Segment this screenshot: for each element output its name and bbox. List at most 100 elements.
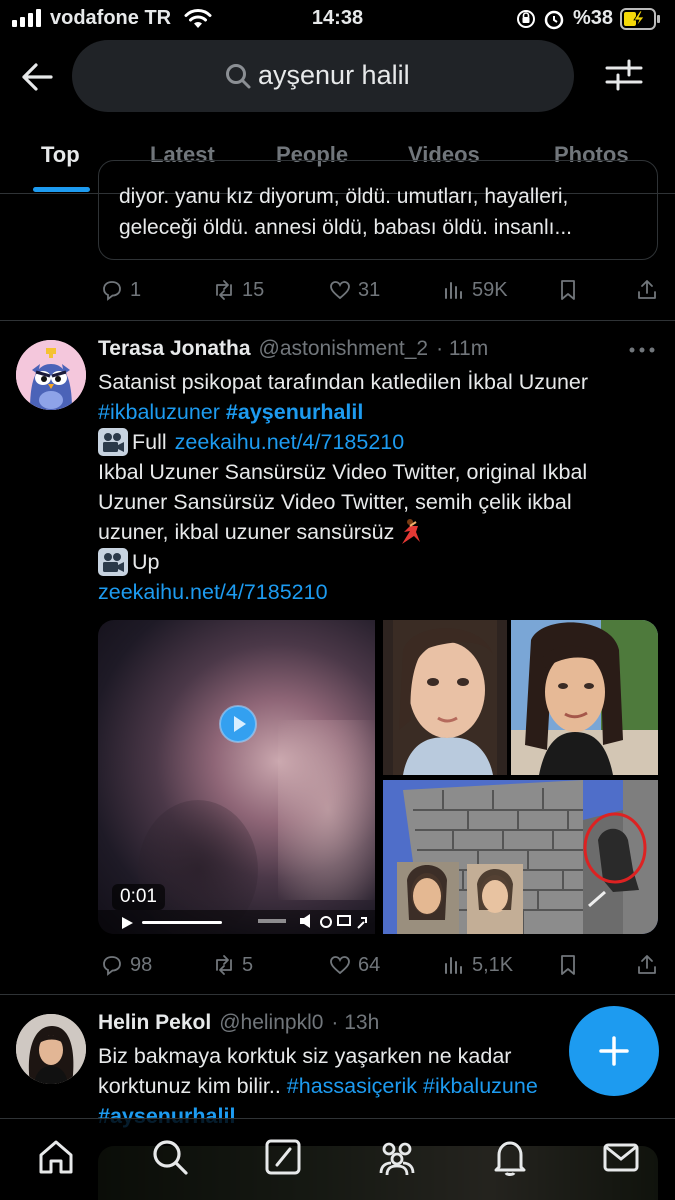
like-button[interactable]: 31 [328, 278, 380, 302]
author-name[interactable]: Terasa Jonatha [98, 337, 251, 361]
movie-camera-icon [98, 548, 128, 576]
photo-thumbnail[interactable] [511, 620, 658, 775]
tweet-text-line: Satanist psikopat tarafından katledilen … [98, 370, 589, 394]
status-bar: vodafone TR 14:38 %38 [0, 0, 675, 38]
tweet-up-line: Up [98, 547, 159, 577]
reply-count: 1 [130, 278, 142, 301]
views-button[interactable]: 5,1K [442, 953, 513, 977]
tweet-text-segment: korktunuz kim bilir.. [98, 1074, 281, 1098]
heart-icon [330, 956, 350, 975]
external-link[interactable]: zeekaihu.net/4/7185210 [98, 580, 328, 604]
portrait-photo [383, 620, 507, 775]
author-handle[interactable]: @astonishment_2 [259, 337, 429, 361]
tweet-header: Terasa Jonatha @astonishment_2 · 11m [98, 337, 488, 361]
hashtag-link[interactable]: #ikbaluzune [423, 1074, 538, 1098]
retweet-button[interactable]: 5 [212, 953, 253, 977]
share-icon[interactable] [635, 953, 659, 977]
reply-button[interactable]: 98 [100, 953, 152, 977]
home-icon[interactable] [36, 1137, 76, 1177]
video-controls [98, 910, 375, 934]
owl-avatar-icon [16, 340, 86, 410]
retweet-count: 5 [242, 953, 254, 976]
author-name[interactable]: Helin Pekol [98, 1011, 211, 1035]
bookmark-icon[interactable] [556, 953, 580, 977]
avatar[interactable] [16, 1014, 86, 1084]
views-chart-icon [445, 282, 462, 299]
search-icon [226, 64, 251, 89]
play-small-icon[interactable] [120, 916, 134, 930]
retweet-icon [216, 955, 232, 975]
dancer-emoji-icon [402, 519, 421, 544]
tweet-time: · 13h [331, 1011, 380, 1034]
orientation-lock-icon [517, 10, 535, 28]
video-player[interactable]: 0:01 [98, 620, 375, 934]
tweet-text-line-with-emoji: uzuner, ikbal uzuner sansürsüz [98, 517, 422, 547]
messages-icon[interactable] [601, 1137, 641, 1177]
tweet-text-line: korktunuz kim bilir.. #hassasiçerik #ikb… [98, 1071, 538, 1101]
notifications-icon[interactable] [490, 1137, 530, 1177]
views-count: 59K [472, 278, 508, 301]
tweet-media-grid: 0:01 [98, 620, 658, 934]
compose-tweet-button[interactable] [569, 1006, 659, 1096]
reply-icon [103, 281, 121, 301]
grok-compose-icon[interactable] [263, 1137, 303, 1177]
author-handle[interactable]: @helinpkl0 [219, 1011, 323, 1035]
avatar[interactable] [16, 340, 86, 410]
battery-icon [620, 8, 660, 30]
play-icon[interactable] [218, 704, 258, 744]
wall-collage-photo [383, 780, 658, 934]
movie-camera-icon [98, 428, 128, 456]
like-count: 64 [358, 953, 381, 976]
photo-thumbnail[interactable] [383, 780, 658, 934]
retweet-button[interactable]: 15 [212, 278, 264, 302]
views-count: 5,1K [472, 953, 514, 976]
reply-count: 98 [130, 953, 153, 976]
active-tab-indicator [33, 187, 90, 192]
quote-text-line: geleceği öldü. annesi öldü, babası öldü.… [119, 216, 572, 239]
portrait-photo [511, 620, 658, 775]
hashtag-link[interactable]: #hassasiçerik [287, 1074, 417, 1098]
communities-icon[interactable] [377, 1137, 417, 1177]
like-button[interactable]: 64 [328, 953, 380, 977]
more-options-icon[interactable] [628, 340, 656, 360]
battery-percent: %38 [572, 7, 613, 29]
tweet-hashtags: #ikbaluzuner #ayşenurhalil [98, 397, 363, 427]
tweet-text-line: Biz bakmaya korktuk siz yaşarken ne kada… [98, 1044, 512, 1068]
hashtag-link[interactable]: #ayşenurhalil [226, 400, 363, 424]
bookmark-icon[interactable] [556, 278, 580, 302]
reply-button[interactable]: 1 [100, 278, 141, 302]
back-arrow-icon[interactable] [20, 60, 54, 94]
up-label: Up [132, 550, 160, 574]
video-progress[interactable] [142, 921, 222, 924]
video-duration: 0:01 [112, 884, 165, 910]
search-filter-icon[interactable] [605, 58, 643, 92]
quoted-tweet[interactable]: diyor. yanu kız diyorum, öldü. umutları,… [98, 160, 658, 260]
alarm-icon [544, 10, 564, 30]
video-control-icons [258, 914, 367, 929]
search-input[interactable]: ayşenur halil [72, 40, 574, 112]
tweet-divider [0, 320, 675, 321]
hashtag-link[interactable]: #ikbaluzuner [98, 400, 220, 424]
tweet-divider [0, 994, 675, 995]
views-button[interactable]: 59K [442, 278, 508, 302]
tweet-link-line: zeekaihu.net/4/7185210 [98, 577, 328, 607]
search-icon[interactable] [150, 1137, 190, 1177]
full-label: Full [132, 430, 167, 454]
tweet-text-line: Ikbal Uzuner Sansürsüz Video Twitter, or… [98, 460, 588, 484]
profile-photo [16, 1014, 86, 1084]
share-icon[interactable] [635, 278, 659, 302]
reply-icon [103, 956, 121, 976]
bottom-navigation [0, 1118, 675, 1200]
tweet-time: · 11m [436, 337, 489, 360]
quote-text-line: diyor. yanu kız diyorum, öldü. umutları,… [119, 185, 569, 208]
like-count: 31 [358, 278, 381, 301]
retweet-icon [216, 280, 232, 300]
tweet-text-segment: uzuner, ikbal uzuner sansürsüz [98, 520, 395, 544]
tweet-header: Helin Pekol @helinpkl0 · 13h [98, 1011, 379, 1035]
plus-icon [599, 1036, 629, 1066]
photo-thumbnail[interactable] [383, 620, 507, 775]
external-link[interactable]: zeekaihu.net/4/7185210 [175, 427, 405, 457]
tab-top[interactable]: Top [41, 142, 80, 168]
tweet-text-line: Uzuner Sansürsüz Video Twitter, semih çe… [98, 490, 572, 514]
search-query: ayşenur halil [258, 60, 410, 90]
